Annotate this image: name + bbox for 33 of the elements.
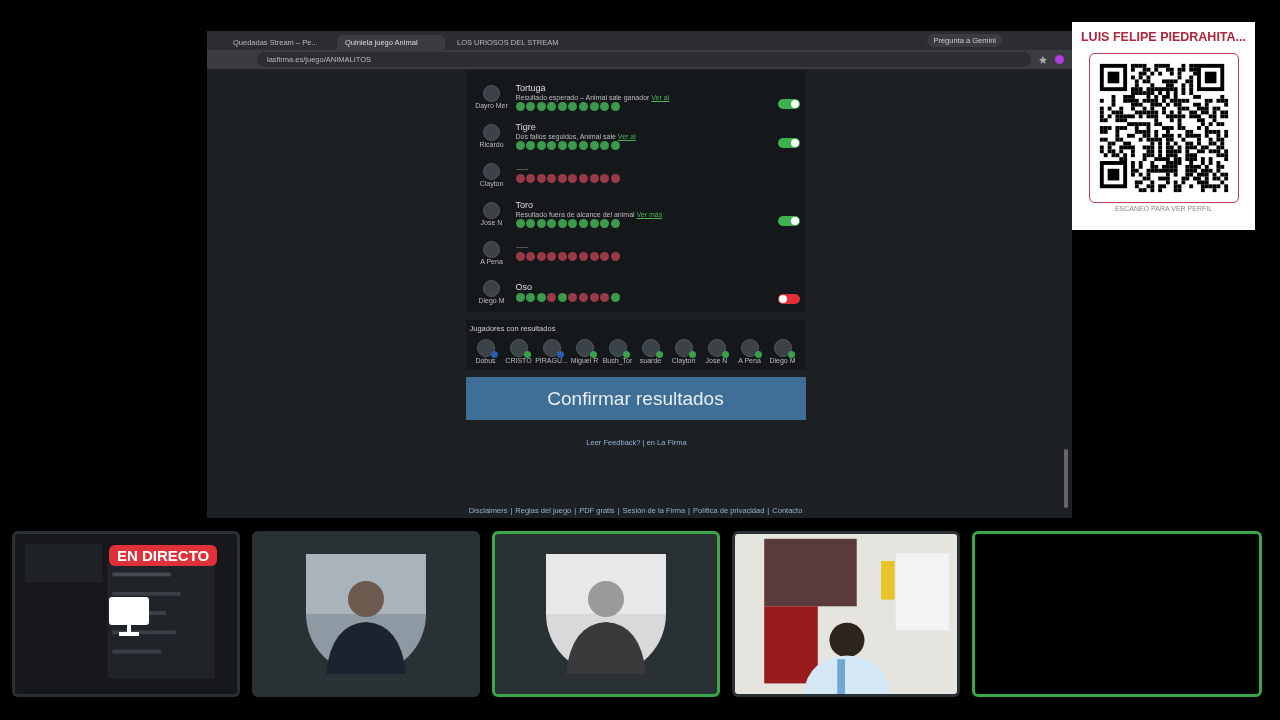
profile-avatar[interactable] — [1055, 55, 1064, 64]
user-avatar — [483, 84, 500, 102]
animal-name: Oso — [515, 281, 533, 292]
user-avatar — [641, 339, 660, 357]
toggle-switch[interactable] — [777, 215, 800, 226]
toggle-switch[interactable] — [777, 137, 800, 148]
user-avatar — [476, 339, 495, 357]
animal-name: Tortuga — [515, 82, 547, 93]
user-avatar — [608, 339, 627, 357]
user-avatar — [740, 339, 759, 357]
live-badge: EN DIRECTO — [109, 545, 218, 566]
pending-line — [515, 247, 528, 248]
user-avatar — [509, 339, 528, 357]
scrollbar[interactable] — [1064, 449, 1068, 508]
monitor-icon — [109, 597, 149, 637]
profile-name: LUIS FELIPE PIEDRAHITA... — [1080, 30, 1247, 44]
user-avatar — [483, 201, 500, 219]
user-avatar — [575, 339, 594, 357]
user-avatar — [483, 240, 500, 258]
pending-line — [515, 169, 528, 170]
user-avatar — [773, 339, 792, 357]
user-avatar — [542, 339, 561, 357]
user-avatar — [707, 339, 726, 357]
animal-name: Tigre — [515, 121, 537, 132]
animal-name: Toro — [515, 199, 534, 210]
user-avatar — [483, 162, 500, 180]
confirm-button[interactable]: Confirmar resultados — [465, 377, 806, 420]
bookmark-star-icon[interactable] — [1039, 55, 1047, 64]
toggle-switch[interactable] — [777, 293, 800, 304]
user-avatar — [483, 123, 500, 141]
user-avatar — [483, 279, 500, 297]
user-avatar — [674, 339, 693, 357]
toggle-switch[interactable] — [777, 98, 800, 109]
